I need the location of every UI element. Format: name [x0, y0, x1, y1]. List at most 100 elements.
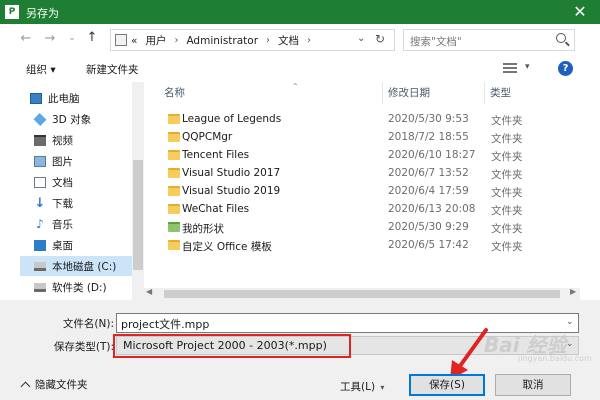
shapes-folder-icon: [168, 222, 180, 232]
file-name: WeChat Files: [182, 203, 250, 215]
project-app-icon: P: [5, 5, 19, 19]
nav-item-pictures[interactable]: 图片: [20, 151, 144, 171]
chevron-down-icon: ▾: [380, 383, 385, 392]
drive-icon: [34, 282, 46, 292]
new-folder-button[interactable]: 新建文件夹: [86, 62, 139, 77]
breadcrumb-users[interactable]: 用户: [145, 33, 166, 48]
file-name: Visual Studio 2017: [182, 167, 281, 179]
file-type: 文件夹: [491, 241, 523, 253]
close-icon: ✕: [573, 2, 587, 21]
file-date: 2020/6/4 17:59: [388, 185, 469, 197]
music-icon: ♪: [36, 216, 44, 231]
nav-item-this-pc[interactable]: 此电脑: [20, 88, 144, 108]
back-arrow-icon: ←: [20, 31, 32, 46]
nav-item-software-d[interactable]: 软件类 (D:): [20, 277, 144, 297]
file-row[interactable]: Visual Studio 2019 2020/6/4 17:59 文件夹: [162, 183, 562, 201]
column-divider[interactable]: [382, 82, 383, 104]
column-header-name[interactable]: 名称: [164, 82, 185, 104]
close-button[interactable]: ✕: [560, 0, 600, 24]
chevron-down-icon[interactable]: ⌄: [566, 317, 574, 327]
back-button[interactable]: ←: [18, 31, 34, 46]
file-row[interactable]: 自定义 Office 模板 2020/6/5 17:42 文件夹: [162, 237, 562, 255]
folder-location-icon: [115, 34, 127, 46]
hide-folders-label: 隐藏文件夹: [35, 379, 88, 391]
window-title: 另存为: [26, 7, 59, 20]
file-row[interactable]: 我的形状 2020/5/30 9:29 文件夹: [162, 219, 562, 237]
nav-item-local-disk-c[interactable]: 本地磁盘 (C:): [20, 256, 144, 276]
file-name: 自定义 Office 模板: [182, 241, 272, 253]
chevron-down-icon[interactable]: ⌄: [566, 339, 574, 349]
search-icon[interactable]: [556, 33, 566, 43]
refresh-icon[interactable]: ↻: [375, 32, 385, 46]
chevron-right-icon[interactable]: ›: [266, 35, 270, 46]
cancel-button[interactable]: 取消: [495, 374, 571, 396]
file-name: League of Legends: [182, 113, 282, 125]
chevron-right-icon[interactable]: ›: [307, 35, 311, 46]
sort-indicator-icon: ⌃: [292, 82, 299, 91]
nav-item-videos[interactable]: 视频: [20, 130, 144, 150]
view-options-icon[interactable]: [503, 62, 517, 74]
file-type: 文件夹: [491, 133, 523, 145]
file-row[interactable]: QQPCMgr 2018/7/2 18:55 文件夹: [162, 129, 562, 147]
file-row[interactable]: WeChat Files 2020/6/13 20:08 文件夹: [162, 201, 562, 219]
command-toolbar: 组织 ▾ 新建文件夹 ▾ ?: [0, 56, 600, 82]
recent-locations-button[interactable]: ⌄: [64, 33, 80, 43]
nav-item-3d-objects[interactable]: 3D 对象: [20, 109, 144, 129]
search-box[interactable]: 搜索"文档": [403, 29, 575, 51]
horizontal-scroll-thumb[interactable]: [164, 290, 560, 298]
file-type: 文件夹: [491, 151, 523, 163]
file-date: 2020/6/13 20:08: [388, 203, 476, 215]
nav-item-music[interactable]: ♪ 音乐: [20, 214, 144, 234]
address-dropdown-icon[interactable]: ⌄: [357, 33, 365, 44]
scroll-left-icon[interactable]: ◀: [146, 287, 152, 296]
breadcrumb-administrator[interactable]: Administrator: [186, 35, 258, 47]
breadcrumb-documents[interactable]: 文档: [278, 33, 299, 48]
tools-menu[interactable]: 工具(L) ▾: [340, 379, 384, 394]
nav-pane-scroll-thumb[interactable]: [133, 160, 143, 270]
column-divider[interactable]: [484, 82, 485, 104]
folder-icon: [168, 132, 180, 142]
nav-item-downloads[interactable]: ↓ 下载: [20, 193, 144, 213]
view-dropdown-icon[interactable]: ▾: [525, 62, 530, 72]
help-icon[interactable]: ?: [558, 61, 573, 76]
computer-icon: [30, 92, 42, 104]
forward-arrow-icon: →: [44, 31, 56, 46]
column-header-date[interactable]: 修改日期: [388, 82, 430, 104]
up-arrow-icon: ↑: [86, 30, 98, 45]
chevron-down-icon: ⌄: [68, 33, 76, 43]
address-bar[interactable]: « 用户 › Administrator › 文档 › ⌄ ↻: [110, 29, 395, 51]
filename-label: 文件名(N):: [62, 318, 114, 330]
watermark-url: jingyan.baidu.com: [518, 354, 592, 363]
file-row[interactable]: Tencent Files 2020/6/10 18:27 文件夹: [162, 147, 562, 165]
breadcrumb-overflow[interactable]: «: [131, 35, 137, 47]
nav-item-desktop[interactable]: 桌面: [20, 235, 144, 255]
nav-item-label: 本地磁盘 (C:): [52, 260, 117, 273]
up-button[interactable]: ↑: [84, 30, 100, 45]
file-type: 文件夹: [491, 115, 523, 127]
column-header-type[interactable]: 类型: [490, 82, 511, 104]
document-icon: [34, 176, 46, 188]
chevron-right-icon[interactable]: ›: [174, 35, 178, 46]
drive-icon: [34, 261, 46, 271]
save-button[interactable]: 保存(S): [409, 374, 485, 396]
hide-folders-toggle[interactable]: 隐藏文件夹: [20, 377, 88, 392]
scroll-right-icon[interactable]: ▶: [570, 287, 576, 296]
file-date: 2018/7/2 18:55: [388, 131, 469, 143]
file-name: Tencent Files: [182, 149, 250, 161]
nav-item-label: 文档: [52, 176, 73, 189]
forward-button[interactable]: →: [42, 31, 58, 46]
organize-menu[interactable]: 组织 ▾: [26, 62, 56, 77]
folder-icon: [168, 240, 180, 250]
file-name: 我的形状: [182, 223, 224, 235]
folder-icon: [168, 168, 180, 178]
cube-icon: [33, 112, 47, 126]
file-row[interactable]: Visual Studio 2017 2020/6/7 13:52 文件夹: [162, 165, 562, 183]
folder-icon: [168, 186, 180, 196]
tools-label: 工具(L): [340, 381, 376, 393]
file-list-vertical-scrollbar[interactable]: [580, 82, 600, 300]
folder-icon: [168, 150, 180, 160]
nav-item-documents[interactable]: 文档: [20, 172, 144, 192]
file-date: 2020/6/10 18:27: [388, 149, 476, 161]
file-row[interactable]: League of Legends 2020/5/30 9:53 文件夹: [162, 111, 562, 129]
file-type: 文件夹: [491, 169, 523, 181]
